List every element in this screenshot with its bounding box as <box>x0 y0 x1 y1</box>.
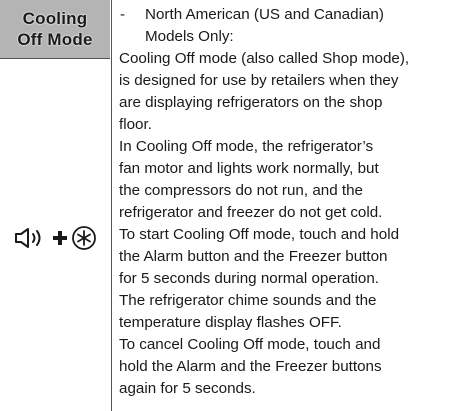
paragraph-line: To cancel Cooling Off mode, touch and <box>119 336 381 353</box>
paragraph-line: for 5 seconds during normal operation. <box>119 270 380 287</box>
model-note: - North American (US and Canadian) Model… <box>119 4 465 48</box>
paragraph-line: fan motor and lights work normally, but <box>119 160 379 177</box>
button-combo-icons <box>0 224 110 252</box>
paragraph-line: again for 5 seconds. <box>119 380 256 397</box>
feature-description: - North American (US and Canadian) Model… <box>119 4 465 400</box>
feature-label-column: Cooling Off Mode <box>0 0 112 411</box>
feature-table: Cooling Off Mode - North American (US an… <box>0 0 469 411</box>
feature-title-cell: Cooling Off Mode <box>0 0 110 59</box>
paragraph-line: temperature display flashes OFF. <box>119 314 342 331</box>
paragraph-line: the Alarm button and the Freezer button <box>119 248 388 265</box>
paragraph-line: hold the Alarm and the Freezer buttons <box>119 358 382 375</box>
feature-title-line-1: Cooling <box>22 9 88 28</box>
description-paragraph: Cooling Off mode (also called Shop mode)… <box>119 48 465 136</box>
freezer-icon <box>72 226 96 250</box>
model-note-line: North American (US and Canadian) <box>145 6 384 23</box>
plus-icon <box>53 231 67 245</box>
description-paragraph: To cancel Cooling Off mode, touch and ho… <box>119 334 465 400</box>
paragraph-line: are displaying refrigerators on the shop <box>119 94 383 111</box>
paragraph-line: the compressors do not run, and the <box>119 182 363 199</box>
paragraph-line: To start Cooling Off mode, touch and hol… <box>119 226 400 243</box>
alarm-icon <box>15 228 41 248</box>
model-note-line: Models Only: <box>145 28 234 45</box>
description-paragraph: To start Cooling Off mode, touch and hol… <box>119 224 465 334</box>
paragraph-line: refrigerator and freezer do not get cold… <box>119 204 383 221</box>
paragraph-line: floor. <box>119 116 152 133</box>
paragraph-line: Cooling Off mode (also called Shop mode)… <box>119 50 410 67</box>
description-paragraph: In Cooling Off mode, the refrigerator’s … <box>119 136 465 224</box>
bullet-dash: - <box>120 6 126 23</box>
paragraph-line: The refrigerator chime sounds and the <box>119 292 377 309</box>
feature-title-line-2: Off Mode <box>17 30 93 49</box>
paragraph-line: is designed for use by retailers when th… <box>119 72 399 89</box>
paragraph-line: In Cooling Off mode, the refrigerator’s <box>119 138 374 155</box>
